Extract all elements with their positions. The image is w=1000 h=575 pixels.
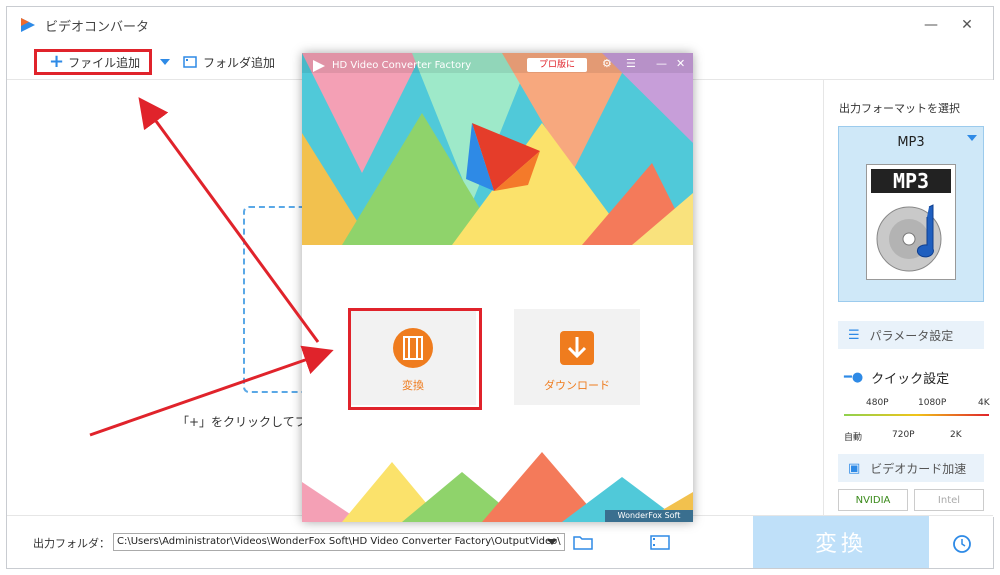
slider-icon: ━● [844,370,864,385]
folder-film-icon [183,56,197,68]
quick-settings-label: ━● クイック設定 [844,370,950,387]
popup-window: HD Video Converter Factory プロ版に ⚙ ☰ — ✕ … [302,53,693,522]
download-tile[interactable]: ダウンロード [514,309,640,405]
popup-banner [302,53,693,245]
intel-toggle[interactable]: Intel [914,489,984,511]
bottom-bar: 出力フォルダ： C:\Users\Administrator\Videos\Wo… [7,515,993,568]
quality-slider[interactable] [844,414,989,416]
slider-label-auto: 自動 [844,433,863,443]
settings-icon[interactable]: ⚙ [602,57,612,70]
popup-minimize-button[interactable]: — [656,57,667,70]
highlight-convert-tile [348,308,482,410]
app-logo-icon [21,18,35,32]
highlight-add-file [34,49,152,75]
brand-label: WonderFox Soft [605,510,693,522]
output-path-field[interactable]: C:\Users\Administrator\Videos\WonderFox … [113,533,565,551]
slider-label-720p: 720P [892,430,915,440]
parameter-settings-button[interactable]: ☰ パラメータ設定 [838,321,984,349]
slider-label-2k: 2K [950,430,962,440]
mp3-format-icon: MP3 [866,164,956,280]
chevron-down-icon[interactable] [547,539,557,545]
chip-icon: ▣ [848,460,861,476]
chevron-down-icon [160,59,170,65]
slider-label-480p: 480P [866,398,889,408]
alarm-clock-icon[interactable] [951,532,973,554]
format-name: MP3 [897,135,925,150]
output-folder-label: 出力フォルダ： [33,537,110,550]
slider-label-1080p: 1080P [918,398,947,408]
upgrade-pro-button[interactable]: プロ版に [527,58,587,72]
format-label: 出力フォーマットを選択 [839,102,960,115]
popup-logo-icon [313,60,325,72]
folder-open-icon[interactable] [572,533,594,551]
drop-hint: 「+」をクリックしてファ [177,415,319,429]
app-title: ビデオコンバータ [45,19,150,35]
download-tile-label: ダウンロード [544,379,610,392]
popup-title: HD Video Converter Factory [332,60,472,71]
format-selector[interactable]: MP3 MP3 [838,126,984,302]
video-folder-icon[interactable] [649,533,671,551]
slider-label-4k: 4K [978,398,990,408]
minimize-button[interactable]: — [921,15,941,35]
add-file-dropdown-button[interactable] [159,51,171,73]
disc-note-icon [876,204,942,272]
add-folder-label: フォルダ追加 [203,55,276,70]
popup-close-button[interactable]: ✕ [676,57,685,70]
title-bar: ビデオコンバータ — ✕ [7,7,993,43]
chevron-down-icon [967,135,977,141]
download-icon [560,331,594,365]
gpu-acceleration-button[interactable]: ▣ ビデオカード加速 [838,454,984,482]
convert-button[interactable]: 変換 [753,516,929,568]
close-button[interactable]: ✕ [957,15,977,35]
sliders-icon: ☰ [848,327,860,343]
right-panel: 出力フォーマットを選択 MP3 MP3 ☰ パラメータ設定 ━● クイック設定 … [823,80,995,517]
nvidia-toggle[interactable]: NVIDIA [838,489,908,511]
menu-icon[interactable]: ☰ [626,57,636,70]
add-folder-button[interactable]: フォルダ追加 [183,51,275,73]
